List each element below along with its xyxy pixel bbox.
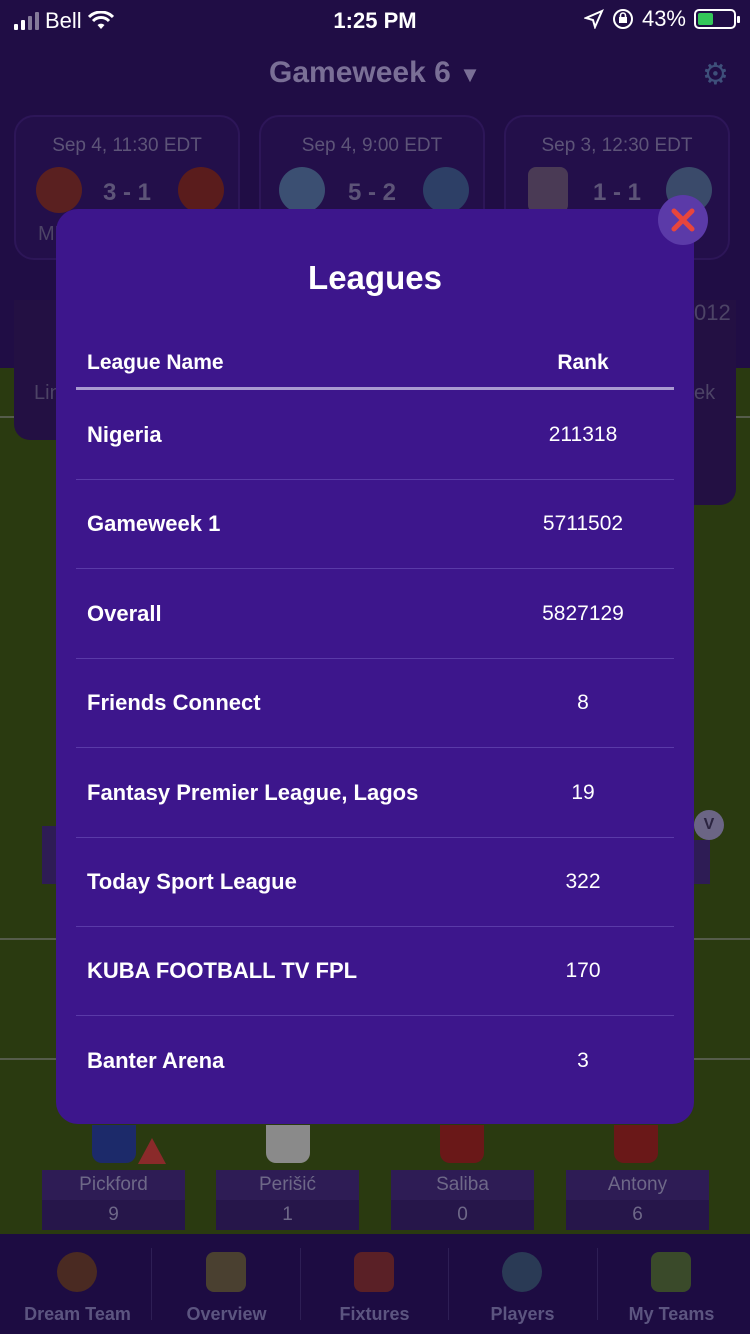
league-row[interactable]: Today Sport League 322 [76, 837, 674, 927]
table-header: League Name Rank [76, 349, 674, 390]
league-rank: 5827129 [542, 602, 624, 625]
player-search-icon [502, 1252, 542, 1292]
settings-gear-icon[interactable]: ⚙ [702, 60, 732, 90]
nav-label: Players [490, 1304, 555, 1324]
fc-shield-icon [651, 1252, 691, 1292]
warning-icon [138, 1138, 166, 1164]
battery-fill [698, 13, 713, 25]
nav-label: Dream Team [24, 1304, 131, 1324]
fixture-date: Sep 4, 11:30 EDT [52, 135, 202, 156]
battery-percent: 43% [641, 6, 686, 31]
battery-icon [694, 9, 740, 29]
league-rank: 3 [577, 1049, 589, 1072]
nav-label: Fixtures [339, 1304, 410, 1324]
fixture-score: 3 - 1 [102, 179, 152, 206]
league-rank: 170 [565, 959, 601, 982]
player-card[interactable]: Antony 6 [566, 1170, 709, 1230]
gameweek-selector[interactable]: Gameweek 6 ▼ [0, 56, 750, 90]
league-row[interactable]: Overall 5827129 [76, 569, 674, 659]
player-name: Pickford [42, 1170, 185, 1200]
league-row[interactable]: Fantasy Premier League, Lagos 19 [76, 748, 674, 838]
nav-label: My Teams [628, 1304, 715, 1324]
player-shirt [92, 1125, 136, 1163]
league-name: Nigeria [87, 422, 162, 447]
gameweek-title: Gameweek 6 [269, 56, 451, 89]
league-name: Fantasy Premier League, Lagos [87, 780, 419, 805]
league-row[interactable]: Banter Arena 3 [76, 1016, 674, 1105]
player-points: 0 [391, 1200, 534, 1230]
close-icon [671, 208, 695, 232]
league-name: Gameweek 1 [87, 511, 221, 536]
fixture-date: Sep 4, 9:00 EDT [301, 135, 443, 156]
league-rank: 5711502 [542, 512, 624, 535]
league-name: Overall [87, 601, 162, 626]
league-rank: 19 [571, 781, 595, 804]
calendar-ball-icon [354, 1252, 394, 1292]
bottom-nav: Dream Team Overview Fixtures Players My … [0, 1234, 750, 1334]
fixture-panel-number: 012 [694, 300, 731, 325]
player-name: Antony [566, 1170, 709, 1200]
player-points: 9 [42, 1200, 185, 1230]
nav-fixtures[interactable]: Fixtures [300, 1234, 449, 1334]
league-rank: 322 [565, 870, 601, 893]
player-points: 1 [216, 1200, 359, 1230]
player-shirt [266, 1125, 310, 1163]
league-row[interactable]: Nigeria 211318 [76, 390, 674, 480]
medal-icon [57, 1252, 97, 1292]
league-name: Today Sport League [87, 869, 297, 894]
nav-dream-team[interactable]: Dream Team [3, 1234, 152, 1334]
league-rank: 8 [577, 691, 589, 714]
fixture-score: 5 - 2 [347, 179, 397, 206]
player-points: 6 [566, 1200, 709, 1230]
status-bar: Bell 1:25 PM 43% [0, 0, 750, 40]
fixture-panel-right: 012 ek [694, 300, 736, 505]
player-shirt [440, 1125, 484, 1163]
app-screen: Bell 1:25 PM 43% Gameweek 6 ▼ ⚙ Sep 4, 1… [0, 0, 750, 1334]
league-row[interactable]: KUBA FOOTBALL TV FPL 170 [76, 926, 674, 1016]
status-right: 43% [583, 6, 740, 32]
player-card[interactable]: Saliba 0 [391, 1170, 534, 1230]
nav-players[interactable]: Players [448, 1234, 597, 1334]
location-arrow-icon [583, 9, 604, 29]
league-name: Banter Arena [87, 1048, 225, 1073]
player-shirt [614, 1125, 658, 1163]
rotation-lock-icon [612, 9, 633, 29]
fixture-panel-text: ek [694, 382, 716, 404]
player-card-edge [692, 840, 710, 884]
chevron-down-icon: ▼ [459, 62, 481, 87]
leagues-modal: Leagues League Name Rank Nigeria 211318 … [56, 209, 694, 1124]
fixture-date: Sep 3, 12:30 EDT [541, 135, 693, 156]
player-name: Saliba [391, 1170, 534, 1200]
tactics-board-icon [206, 1252, 246, 1292]
vice-captain-badge: V [694, 810, 724, 840]
nav-label: Overview [186, 1304, 267, 1324]
column-header-rank: Rank [557, 351, 609, 374]
nav-my-teams[interactable]: My Teams [597, 1234, 746, 1334]
player-card[interactable]: Pickford 9 [42, 1170, 185, 1230]
league-row[interactable]: Gameweek 1 5711502 [76, 479, 674, 569]
league-rank: 211318 [548, 423, 618, 446]
player-card[interactable]: Perišić 1 [216, 1170, 359, 1230]
nav-overview[interactable]: Overview [152, 1234, 301, 1334]
modal-title: Leagues [308, 259, 442, 296]
column-header-league-name: League Name [87, 351, 224, 374]
player-name: Perišić [216, 1170, 359, 1200]
league-name: KUBA FOOTBALL TV FPL [87, 958, 358, 983]
close-button[interactable] [658, 195, 708, 245]
league-name: Friends Connect [87, 690, 261, 715]
league-row[interactable]: Friends Connect 8 [76, 658, 674, 748]
